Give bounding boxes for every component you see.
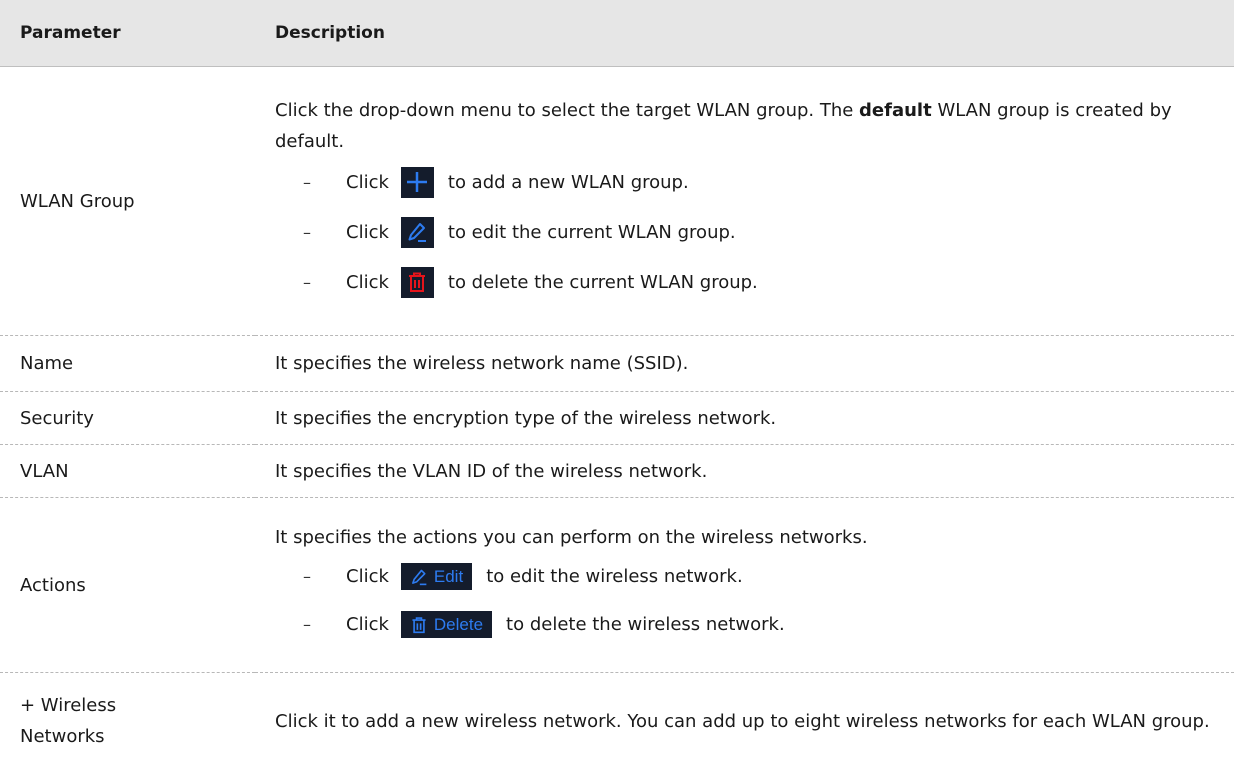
delete-label: Delete [433,615,484,634]
list-item: – Click to delete the current WLAN group… [303,257,1234,307]
desc-wlan-group: Click the drop-down menu to select the t… [255,66,1234,336]
list-item: – Click Edit to edit the wireless networ… [303,553,1234,601]
table-row: Name It specifies the wireless network n… [0,335,1234,392]
edit-label: Edit [433,567,464,586]
dash-marker: – [303,615,311,634]
desc-actions: It specifies the actions you can perform… [255,497,1234,673]
table-row: WLAN Group Click the drop-down menu to s… [0,66,1234,336]
desc-security: It specifies the encryption type of the … [255,391,1234,445]
param-vlan: VLAN [0,444,255,498]
dash-marker: – [303,222,311,242]
dash-marker: – [303,272,311,292]
header-description: Description [255,0,1234,67]
header-parameter: Parameter [0,0,255,67]
param-wlan-group: WLAN Group [0,66,255,336]
param-security: Security [0,391,255,445]
dash-marker: – [303,567,311,586]
table-row: VLAN It specifies the VLAN ID of the wir… [0,444,1234,498]
delete-button-icon: Delete [400,611,493,638]
table-header-row: Parameter Description [0,0,1234,67]
list-item: – Click to add a new WLAN group. [303,157,1234,207]
edit-icon [411,569,427,585]
table-row: Security It specifies the encryption typ… [0,391,1234,445]
delete-icon [412,616,426,633]
actions-intro: It specifies the actions you can perform… [275,526,868,548]
param-actions: Actions [0,497,255,673]
param-wireless-networks: + Wireless Networks [20,695,117,748]
wlan-group-intro: Click the drop-down menu to select the t… [275,100,1172,152]
list-item: – Click to edit the current WLAN group. [303,207,1234,257]
param-name: Name [0,335,255,392]
table-row: Actions It specifies the actions you can… [0,497,1234,673]
edit-button-icon: Edit [400,563,473,590]
edit-icon [400,216,434,248]
delete-icon [400,266,434,298]
dash-marker: – [303,172,311,192]
desc-name: It specifies the wireless network name (… [255,335,1234,392]
desc-vlan: It specifies the VLAN ID of the wireless… [255,444,1234,498]
parameter-table: Parameter Description WLAN Group Click t… [0,0,1234,770]
list-item: – Click Delete to delete the wireless ne… [303,601,1234,649]
desc-wireless-networks: Click it to add a new wireless network. … [275,710,1210,732]
plus-icon [400,166,434,198]
table-row: + Wireless Networks Click it to add a ne… [0,673,1234,770]
